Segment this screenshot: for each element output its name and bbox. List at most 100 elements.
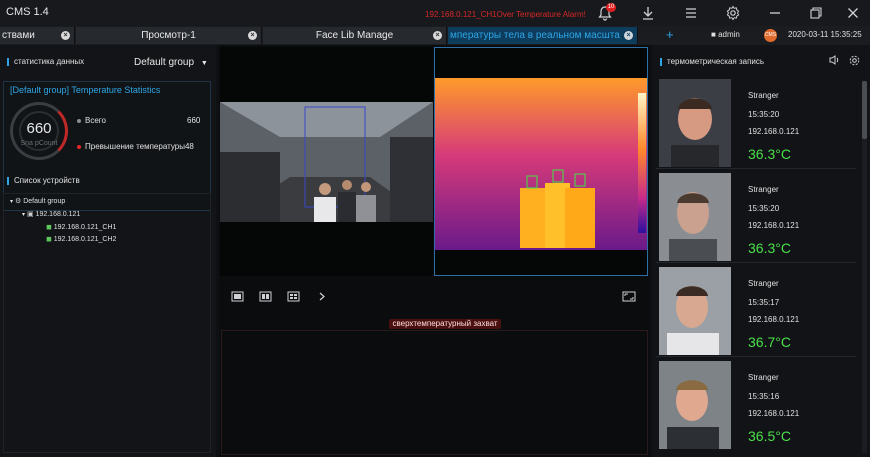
brand-logo: CMS — [764, 29, 777, 42]
group-tree-icon: ⚙ — [14, 198, 22, 205]
close-icon[interactable] — [845, 5, 861, 21]
username: admin — [718, 30, 740, 39]
record-ip: 192.168.0.121 — [748, 221, 800, 230]
visible-camera-view[interactable] — [220, 47, 433, 276]
alarm-count-badge: 10 — [606, 3, 616, 12]
layout-4-icon[interactable] — [287, 291, 300, 304]
over-temperature-capture-label: сверхтемпературный захват — [389, 319, 501, 329]
app-title: CMS 1.4 — [6, 6, 49, 18]
right-panel: термометрическая запись Stranger 15:35:2… — [653, 45, 870, 457]
minimize-icon[interactable] — [767, 5, 783, 21]
restore-icon[interactable] — [808, 5, 824, 21]
menu-icon[interactable] — [683, 5, 699, 21]
accent-bar — [7, 58, 9, 66]
settings-icon[interactable] — [725, 5, 741, 21]
temperature-record[interactable]: Stranger 15:35:20 192.168.0.121 36.3°C — [656, 77, 856, 169]
layout-1-icon[interactable] — [231, 291, 244, 304]
stat-over-temperature: Превышение температуры48 — [77, 142, 194, 151]
layout-2-icon[interactable] — [259, 291, 272, 304]
visible-camera-image — [220, 102, 433, 222]
gray-dot-icon — [77, 118, 81, 123]
record-temperature: 36.3°C — [748, 146, 791, 162]
temperature-stats-box: [Default group] Temperature Statistics 6… — [3, 81, 211, 211]
face-snapshot — [659, 173, 731, 261]
tree-label: 192.168.0.121 — [35, 211, 81, 218]
tab-temperature[interactable]: мпературы тела в реальном масшта × — [448, 27, 638, 44]
tab-label: мпературы тела в реальном масшта — [450, 30, 620, 41]
tab-devices[interactable]: ствами × — [0, 27, 75, 44]
add-tab-icon[interactable]: + — [666, 27, 674, 42]
tab-label: Просмотр-1 — [141, 30, 196, 41]
tree-node-channel[interactable]: ◼ 192.168.0.121_CH1 — [46, 223, 116, 231]
devices-title: Список устройств — [14, 176, 80, 185]
record-name: Stranger — [748, 185, 779, 194]
settings-icon[interactable] — [849, 55, 860, 68]
download-icon[interactable] — [640, 5, 656, 21]
stats-box-title: [Default group] Temperature Statistics — [10, 85, 161, 95]
over-value: 48 — [184, 142, 194, 151]
records-scrollbar[interactable] — [862, 81, 867, 453]
total-value: 660 — [187, 116, 201, 125]
total-label: Всего — [85, 116, 106, 125]
tree-node-device[interactable]: ▾ ▣ 192.168.0.121 — [22, 210, 80, 218]
temperature-record[interactable]: Stranger 15:35:17 192.168.0.121 36.7°C — [656, 265, 856, 357]
stat-total: Всего 660 — [77, 116, 200, 125]
red-dot-icon — [77, 144, 81, 149]
record-name: Stranger — [748, 373, 779, 382]
chevron-down-icon: ▾ — [10, 199, 14, 205]
face-snapshot — [659, 361, 731, 449]
tab-face-lib[interactable]: Face Lib Manage × — [263, 27, 447, 44]
tree-node-channel[interactable]: ◼ 192.168.0.121_CH2 — [46, 235, 116, 243]
scrollbar-thumb[interactable] — [862, 81, 867, 139]
thermal-camera-view[interactable] — [434, 47, 648, 276]
user-menu[interactable]: ■ admin — [711, 30, 740, 39]
over-label: Превышение температуры — [85, 142, 185, 151]
records-title: термометрическая запись — [667, 57, 765, 66]
record-name: Stranger — [748, 91, 779, 100]
group-select[interactable]: Default group ▼ — [134, 57, 208, 68]
tree-label: 192.168.0.121_CH2 — [53, 236, 117, 243]
devices-header: Список устройств — [0, 172, 216, 190]
tab-label: Face Lib Manage — [315, 30, 394, 41]
record-ip: 192.168.0.121 — [748, 315, 800, 324]
record-ip: 192.168.0.121 — [748, 409, 800, 418]
chevron-right-icon[interactable] — [318, 291, 326, 304]
record-temperature: 36.5°C — [748, 428, 791, 444]
alarm-message[interactable]: 192.168.0.121_CH1Over Temperature Alarm! — [425, 10, 586, 19]
face-snapshot — [659, 267, 731, 355]
sound-icon[interactable] — [829, 55, 840, 67]
record-time: 15:35:20 — [748, 110, 780, 119]
fullscreen-icon[interactable] — [622, 291, 636, 304]
record-time: 15:35:17 — [748, 298, 780, 307]
device-icon: ▣ — [26, 211, 34, 218]
temperature-record[interactable]: Stranger 15:35:16 192.168.0.121 36.5°C — [656, 359, 856, 451]
gauge-value: 660 — [26, 120, 52, 137]
thermal-camera-image — [435, 48, 647, 275]
tab-close-icon[interactable]: × — [433, 31, 442, 40]
snapcount-gauge: 660 Sna pCount — [10, 102, 68, 160]
tab-close-icon[interactable]: × — [624, 31, 633, 40]
tab-close-icon[interactable]: × — [248, 31, 257, 40]
user-icon: ■ — [711, 30, 719, 39]
record-time: 15:35:20 — [748, 204, 780, 213]
accent-bar — [660, 58, 662, 66]
stats-title: статистика данных — [14, 57, 85, 66]
tab-preview[interactable]: Просмотр-1 × — [76, 27, 262, 44]
chevron-down-icon: ▼ — [200, 60, 208, 67]
tree-label: Default group — [23, 198, 66, 205]
gauge-unit: Sna pCount — [20, 140, 58, 147]
record-temperature: 36.7°C — [748, 334, 791, 350]
camera-icon: ◼ — [46, 236, 52, 243]
accent-bar — [7, 177, 9, 185]
left-panel: статистика данных Default group ▼ [Defau… — [0, 45, 216, 457]
view-control-bar — [219, 285, 650, 307]
temperature-record[interactable]: Stranger 15:35:20 192.168.0.121 36.3°C — [656, 171, 856, 263]
tab-label: ствами — [2, 30, 35, 41]
group-select-value: Default group — [134, 57, 195, 68]
tree-node-group[interactable]: ▾ ⚙ Default group — [10, 197, 65, 205]
record-temperature: 36.3°C — [748, 240, 791, 256]
record-time: 15:35:16 — [748, 392, 780, 401]
tab-close-icon[interactable]: × — [61, 31, 70, 40]
face-snapshot — [659, 79, 731, 167]
center-panel: сверхтемпературный захват — [219, 45, 650, 457]
